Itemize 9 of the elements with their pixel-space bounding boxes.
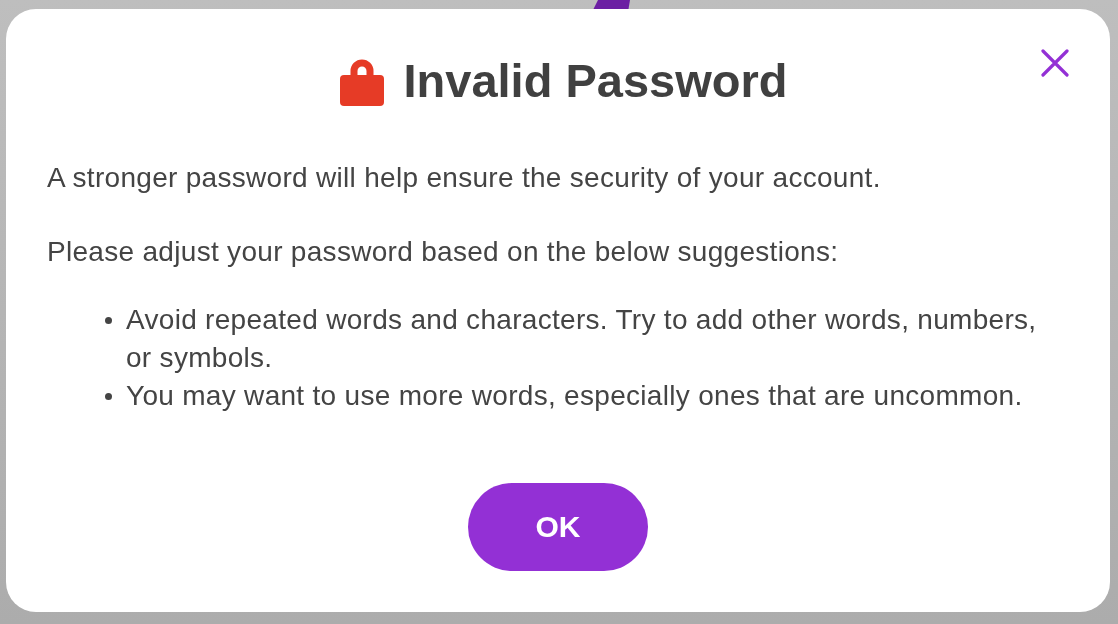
bullet-icon	[105, 317, 112, 324]
bullet-icon	[105, 393, 112, 400]
close-icon	[1041, 49, 1069, 77]
message-text: A stronger password will help ensure the security of your account.	[47, 161, 882, 195]
suggestion-text: You may want to use more words, especially ones that are uncommon.	[126, 379, 1023, 413]
ok-button[interactable]: OK	[468, 483, 648, 571]
suggestion-text: Avoid repeated words and characters. Try to add other words, numbers, or symbols.	[126, 303, 1038, 375]
message-text: Please adjust your password based on the below suggestions:	[47, 235, 840, 269]
dialog-title: Invalid Password	[403, 54, 788, 108]
